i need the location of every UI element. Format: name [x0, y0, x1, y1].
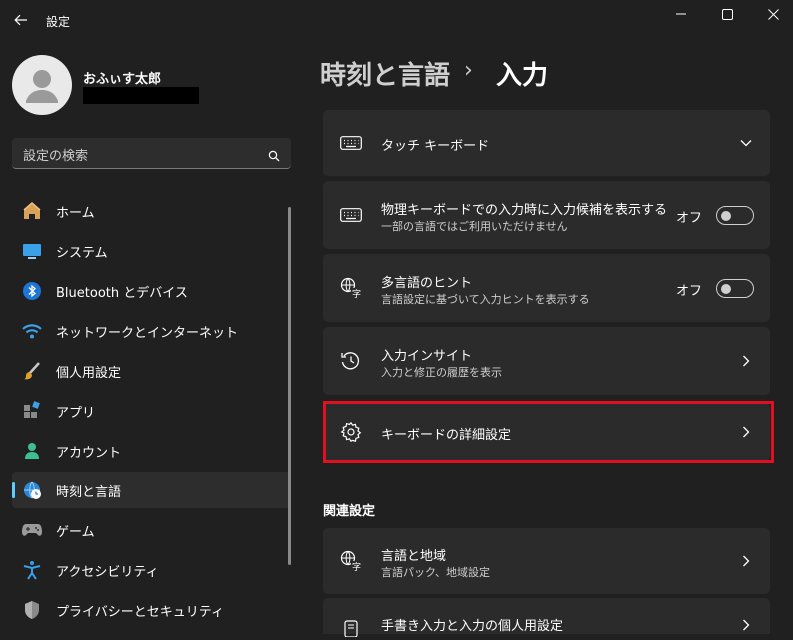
maximize-icon [721, 8, 733, 20]
sidebar-item-label: アクセシビリティ [56, 564, 159, 580]
back-button[interactable] [8, 8, 34, 32]
svg-text:字: 字 [352, 288, 361, 299]
setting-title: 物理キーボードでの入力時に入力候補を表示する [381, 203, 668, 218]
chevron-right-icon [739, 354, 753, 368]
setting-title: キーボードの詳細設定 [381, 428, 512, 443]
app-title: 設定 [46, 15, 71, 29]
setting-subtitle: 入力と修正の履歴を表示 [381, 366, 502, 379]
minimize-icon [676, 13, 686, 15]
minimize-button[interactable] [658, 0, 704, 28]
close-button[interactable] [750, 0, 793, 28]
shield-icon [21, 599, 43, 621]
sidebar-item-gaming[interactable]: ゲーム [12, 512, 291, 548]
person-icon [21, 440, 43, 462]
toggle-state-label: オフ [675, 211, 702, 226]
maximize-button[interactable] [704, 0, 750, 28]
chevron-down-icon[interactable] [739, 136, 753, 150]
bluetooth-icon [21, 280, 43, 302]
advanced-keyboard-settings-card[interactable]: キーボードの詳細設定 [323, 403, 770, 461]
search-icon [268, 147, 280, 166]
typing-insights-card[interactable]: 入力インサイト 入力と修正の履歴を表示 [323, 327, 770, 395]
gear-icon [339, 420, 363, 444]
sidebar-item-personalization[interactable]: 個人用設定 [12, 353, 291, 389]
user-name: おふぃす太郎 [83, 72, 162, 87]
selection-indicator [12, 482, 15, 498]
gamepad-icon [21, 519, 43, 541]
toggle-knob [721, 284, 731, 294]
sidebar-item-accessibility[interactable]: アクセシビリティ [12, 552, 291, 588]
handwriting-personalization-card[interactable]: 手書き入力と入力の個人用設定 [323, 598, 770, 637]
sidebar-item-time-language[interactable]: 時刻と言語 [12, 472, 291, 508]
sidebar-item-bluetooth[interactable]: Bluetooth とデバイス [12, 273, 291, 309]
setting-title: タッチ キーボード [381, 139, 490, 154]
sidebar-item-system[interactable]: システム [12, 233, 291, 269]
setting-title: 手書き入力と入力の個人用設定 [381, 619, 564, 634]
setting-title: 言語と地域 [381, 549, 447, 564]
search-input[interactable]: 設定の検索 [23, 145, 88, 164]
chevron-right-icon [739, 425, 753, 439]
sidebar-item-label: アプリ [56, 405, 96, 421]
sidebar-item-label: Bluetooth とデバイス [56, 285, 188, 301]
multilingual-hints-toggle[interactable] [716, 279, 754, 298]
sidebar-item-label: ゲーム [56, 524, 95, 540]
setting-subtitle: 一部の言語ではご利用いただけません [381, 220, 568, 233]
search-box[interactable]: 設定の検索 [12, 138, 291, 169]
sidebar-item-label: プライバシーとセキュリティ [56, 604, 224, 620]
close-icon [767, 8, 779, 20]
globe-clock-icon [21, 479, 43, 501]
language-icon: 字 [339, 549, 363, 573]
brush-icon [21, 360, 43, 382]
person-avatar-icon [26, 70, 58, 103]
sidebar-item-label: ネットワークとインターネット [56, 325, 239, 341]
chevron-right-icon [739, 618, 753, 632]
pen-keyboard-icon [339, 616, 363, 640]
suggestions-toggle[interactable] [716, 206, 754, 225]
chevron-right-icon [739, 554, 753, 568]
sidebar-item-label: ホーム [56, 205, 95, 221]
sidebar-item-label: システム [56, 245, 108, 261]
apps-icon [21, 400, 43, 422]
breadcrumb-parent[interactable]: 時刻と言語 [320, 55, 450, 92]
monitor-icon [21, 240, 43, 262]
setting-title: 入力インサイト [381, 349, 473, 364]
sidebar-item-privacy[interactable]: プライバシーとセキュリティ [12, 592, 291, 628]
avatar[interactable] [12, 55, 72, 115]
breadcrumb-separator: › [464, 58, 473, 83]
sidebar-item-apps[interactable]: アプリ [12, 393, 291, 429]
related-settings-heading: 関連設定 [323, 504, 376, 519]
redacted-email [83, 87, 199, 104]
setting-subtitle: 言語パック、地域設定 [381, 566, 491, 579]
toggle-state-label: オフ [675, 284, 702, 299]
touch-keyboard-card[interactable]: タッチ キーボード [323, 110, 770, 176]
sidebar-item-label: アカウント [56, 445, 122, 461]
history-icon [339, 349, 363, 373]
language-icon: 字 [339, 276, 363, 300]
physical-keyboard-suggestions-card: 物理キーボードでの入力時に入力候補を表示する 一部の言語ではご利用いただけません… [323, 181, 770, 249]
sidebar-item-network[interactable]: ネットワークとインターネット [12, 313, 291, 349]
multilingual-hints-card: 字 多言語のヒント 言語設定に基づいて入力ヒントを表示する オフ [323, 254, 770, 322]
sidebar-item-label: 時刻と言語 [56, 484, 122, 500]
accessibility-icon [21, 559, 43, 581]
svg-text:字: 字 [352, 561, 361, 572]
title-bar: 設定 [0, 0, 793, 40]
setting-title: 多言語のヒント [381, 276, 473, 291]
sidebar-item-home[interactable]: ホーム [12, 193, 291, 229]
wifi-icon [21, 320, 43, 342]
sidebar-scrollbar[interactable] [288, 207, 291, 565]
keyboard-icon [339, 203, 363, 227]
back-arrow-icon [14, 14, 27, 26]
setting-subtitle: 言語設定に基づいて入力ヒントを表示する [381, 293, 590, 306]
language-region-card[interactable]: 字 言語と地域 言語パック、地域設定 [323, 528, 770, 594]
sidebar-item-accounts[interactable]: アカウント [12, 433, 291, 469]
home-icon [21, 200, 43, 222]
keyboard-icon [339, 131, 363, 155]
page-title: 入力 [496, 61, 549, 91]
toggle-knob [721, 211, 731, 221]
sidebar-item-label: 個人用設定 [56, 365, 122, 381]
